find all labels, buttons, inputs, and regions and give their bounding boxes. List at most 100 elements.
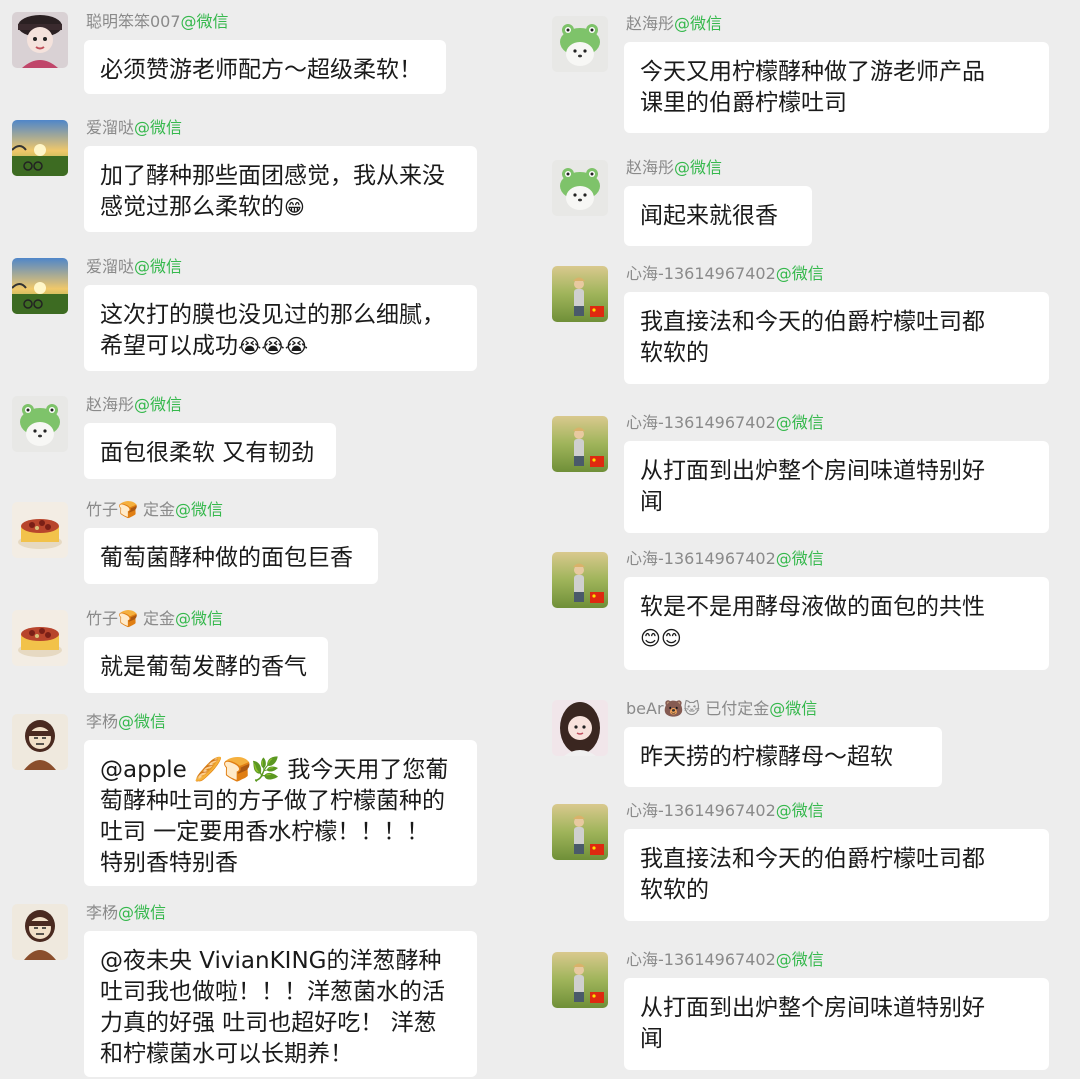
message-text: 就是葡萄发酵的香气 [100,654,307,680]
message-bubble[interactable]: 今天又用柠檬酵种做了游老师产品 课里的伯爵柠檬吐司 [624,42,1049,133]
frog-hat-dog-avatar[interactable] [552,16,608,72]
message-bubble[interactable]: 加了酵种那些面团感觉，我从来没 感觉过那么柔软的😁 [84,146,477,232]
message-bubble[interactable]: 必须赞游老师配方～超级柔软！ [84,40,446,94]
frog-hat-dog-avatar[interactable] [552,160,608,216]
sender-name: 赵海彤@微信 [86,395,182,415]
wechat-tag: @微信 [775,264,824,283]
sender-name-text: 心海-13614967402 [626,950,776,969]
message-text: 我直接法和今天的伯爵柠檬吐司都 软软的 [640,846,985,903]
wechat-tag: @微信 [118,712,167,731]
wechat-tag: @微信 [175,500,224,519]
message-text: @apple 🥖🍞🌿 我今天用了您葡 萄酵种吐司的方子做了柠檬菌种的 吐司 一定… [100,757,449,876]
sender-name-text: 赵海彤 [86,395,135,414]
frog-hat-dog-avatar[interactable] [12,396,68,452]
message-bubble[interactable]: @夜未央 VivianKING的洋葱酵种 吐司我也做啦！！！洋葱菌水的活 力真的… [84,931,477,1077]
wechat-tag: @微信 [118,903,167,922]
wechat-tag: @微信 [674,14,723,33]
girl-avatar[interactable] [12,12,68,68]
message-bubble[interactable]: 闻起来就很香 [624,186,812,246]
sender-name: beAr🐻🐱 已付定金@微信 [626,699,817,719]
message-text: 从打面到出炉整个房间味道特别好 闻 [640,458,985,515]
emoji-icon: 😊😊 [640,626,682,650]
sender-name-text: 李杨 [86,712,119,731]
cartoon-person-avatar[interactable] [12,904,68,960]
message-text: 我直接法和今天的伯爵柠檬吐司都 软软的 [640,309,985,366]
message-bubble[interactable]: 葡萄菌酵种做的面包巨香 [84,528,378,584]
sender-name: 心海-13614967402@微信 [626,950,824,970]
sender-name-text: 心海-13614967402 [626,413,776,432]
sender-name: 赵海彤@微信 [626,14,722,34]
message-text: 从打面到出炉整个房间味道特别好 闻 [640,995,985,1052]
cake-avatar[interactable] [12,610,68,666]
wechat-tag: @微信 [175,609,224,628]
sender-name-text: 李杨 [86,903,119,922]
message-text: 葡萄菌酵种做的面包巨香 [100,545,353,571]
sender-name: 聪明笨笨007@微信 [86,12,229,32]
message-text: 软是不是用酵母液做的面包的共性 [640,594,985,620]
sunset-field-avatar[interactable] [12,258,68,314]
cartoon-person-avatar[interactable] [12,714,68,770]
wechat-tag: @微信 [674,158,723,177]
wechat-tag: @微信 [134,257,183,276]
field-person-avatar[interactable] [552,552,608,608]
sender-name: 李杨@微信 [86,903,166,923]
message-bubble[interactable]: @apple 🥖🍞🌿 我今天用了您葡 萄酵种吐司的方子做了柠檬菌种的 吐司 一定… [84,740,477,886]
field-person-avatar[interactable] [552,804,608,860]
wechat-tag: @微信 [775,549,824,568]
wechat-tag: @微信 [775,801,824,820]
sender-name-text: beAr🐻🐱 已付定金 [626,699,770,718]
message-bubble[interactable]: 软是不是用酵母液做的面包的共性 😊😊 [624,577,1049,670]
message-bubble[interactable]: 这次打的膜也没见过的那么细腻， 希望可以成功😭😭😭 [84,285,477,371]
message-bubble[interactable]: 就是葡萄发酵的香气 [84,637,328,693]
chat-panel-right: 赵海彤@微信 今天又用柠檬酵种做了游老师产品 课里的伯爵柠檬吐司 赵海彤@微信 闻起来… [540,0,1080,1079]
emoji-icon: 😁 [284,195,305,219]
field-person-avatar[interactable] [552,266,608,322]
sender-name-text: 爱溜哒 [86,118,135,137]
field-person-avatar[interactable] [552,416,608,472]
sender-name: 竹子🍞 定金@微信 [86,500,223,520]
field-person-avatar[interactable] [552,952,608,1008]
sender-name: 心海-13614967402@微信 [626,801,824,821]
sender-name: 竹子🍞 定金@微信 [86,609,223,629]
girl-selfie-avatar[interactable] [552,700,608,756]
sender-name: 李杨@微信 [86,712,166,732]
message-text: 闻起来就很香 [640,203,778,229]
message-bubble[interactable]: 我直接法和今天的伯爵柠檬吐司都 软软的 [624,292,1049,384]
wechat-tag: @微信 [775,950,824,969]
sender-name: 赵海彤@微信 [626,158,722,178]
message-bubble[interactable]: 从打面到出炉整个房间味道特别好 闻 [624,978,1049,1070]
message-bubble[interactable]: 我直接法和今天的伯爵柠檬吐司都 软软的 [624,829,1049,921]
message-bubble[interactable]: 面包很柔软 又有韧劲 [84,423,336,479]
message-text: 加了酵种那些面团感觉，我从来没 感觉过那么柔软的 [100,163,445,220]
message-text: @夜未央 VivianKING的洋葱酵种 吐司我也做啦！！！洋葱菌水的活 力真的… [100,948,445,1067]
sender-name: 爱溜哒@微信 [86,118,182,138]
sender-name-text: 赵海彤 [626,14,675,33]
wechat-tag: @微信 [769,699,818,718]
sender-name-text: 心海-13614967402 [626,549,776,568]
message-text: 必须赞游老师配方～超级柔软！ [100,57,422,83]
cake-avatar[interactable] [12,502,68,558]
message-text: 今天又用柠檬酵种做了游老师产品 课里的伯爵柠檬吐司 [640,59,985,116]
wechat-tag: @微信 [775,413,824,432]
sender-name-text: 心海-13614967402 [626,264,776,283]
sender-name-text: 心海-13614967402 [626,801,776,820]
message-text: 昨天捞的柠檬酵母～超软 [640,744,893,770]
sender-name: 爱溜哒@微信 [86,257,182,277]
chat-panel-left: 聪明笨笨007@微信 必须赞游老师配方～超级柔软！ 爱溜哒@微信 加了酵种那些面团感觉… [0,0,540,1079]
sender-name: 心海-13614967402@微信 [626,413,824,433]
message-bubble[interactable]: 昨天捞的柠檬酵母～超软 [624,727,942,787]
sender-name: 心海-13614967402@微信 [626,264,824,284]
message-text: 面包很柔软 又有韧劲 [100,440,315,466]
sender-name-text: 赵海彤 [626,158,675,177]
sunset-field-avatar[interactable] [12,120,68,176]
sender-name-text: 聪明笨笨007 [86,12,181,31]
wechat-tag: @微信 [180,12,229,31]
message-bubble[interactable]: 从打面到出炉整个房间味道特别好 闻 [624,441,1049,533]
sender-name-text: 竹子🍞 定金 [86,609,176,628]
wechat-tag: @微信 [134,395,183,414]
emoji-icon: 😭😭😭 [238,334,309,358]
sender-name: 心海-13614967402@微信 [626,549,824,569]
sender-name-text: 爱溜哒 [86,257,135,276]
wechat-tag: @微信 [134,118,183,137]
sender-name-text: 竹子🍞 定金 [86,500,176,519]
